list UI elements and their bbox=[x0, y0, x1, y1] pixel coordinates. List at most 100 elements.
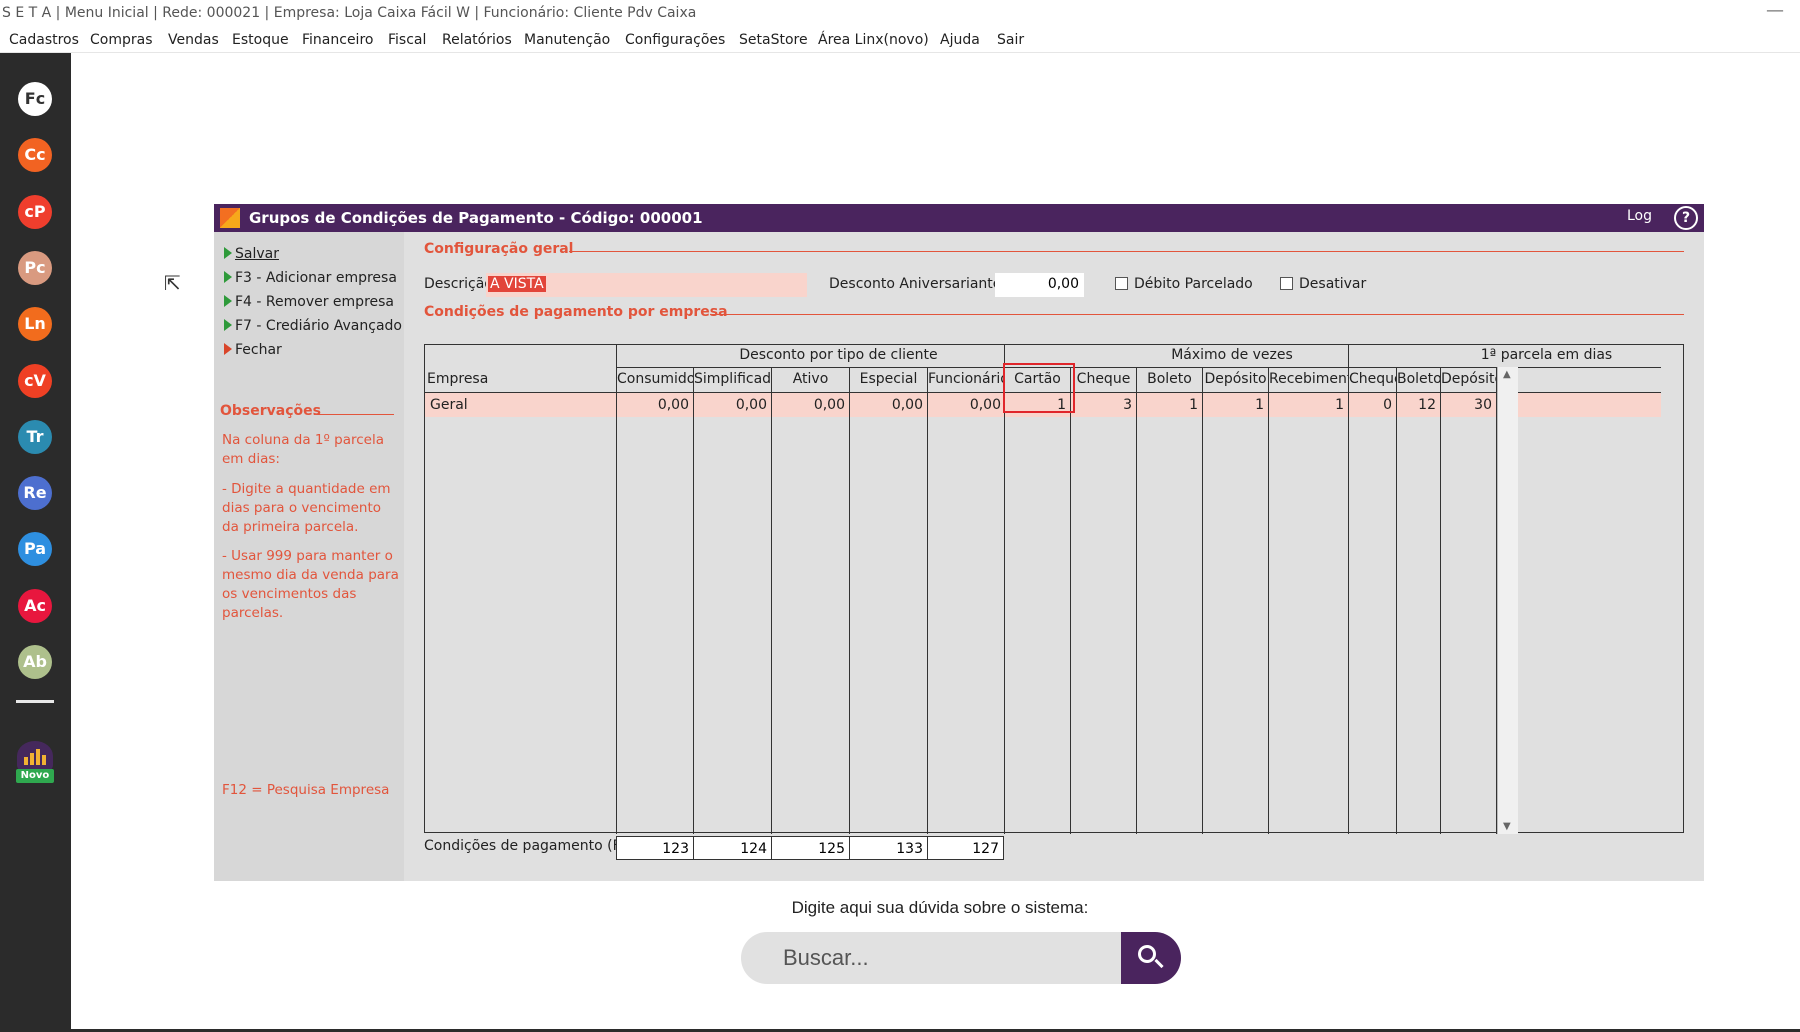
footer-ativo[interactable]: 125 bbox=[771, 836, 850, 860]
grid-line bbox=[1268, 367, 1269, 834]
advanced-credit-button[interactable]: F7 - Crediário Avançado bbox=[224, 318, 402, 334]
group-header-desconto: Desconto por tipo de cliente bbox=[739, 347, 938, 363]
scroll-down-icon[interactable]: ▼ bbox=[1503, 821, 1511, 832]
menu-bar: Cadastros Compras Vendas Estoque Finance… bbox=[0, 29, 1800, 53]
menu-sair[interactable]: Sair bbox=[997, 32, 1024, 48]
scroll-up-icon[interactable]: ▲ bbox=[1503, 369, 1511, 380]
col-header-simplificado[interactable]: Simplificado bbox=[694, 371, 771, 387]
col-header-deposito[interactable]: Depósito bbox=[1203, 371, 1268, 387]
search-button[interactable] bbox=[1121, 932, 1181, 984]
pa-icon[interactable]: Pa bbox=[18, 532, 52, 566]
config-section-divider bbox=[569, 251, 1684, 252]
cell-deposito-dias[interactable]: 30 bbox=[1441, 397, 1492, 413]
dialog-titlebar: Grupos de Condições de Pagamento - Códig… bbox=[214, 204, 1704, 232]
description-label: Descrição bbox=[424, 276, 493, 292]
description-value: A VISTA bbox=[488, 276, 546, 292]
col-header-cheque-dias[interactable]: Cheque bbox=[1349, 371, 1396, 387]
footer-consumidor[interactable]: 123 bbox=[616, 836, 694, 860]
grid-line bbox=[927, 367, 928, 834]
menu-cadastros[interactable]: Cadastros bbox=[9, 32, 79, 48]
pc-icon[interactable]: Pc bbox=[18, 251, 52, 285]
menu-estoque[interactable]: Estoque bbox=[232, 32, 289, 48]
cell-funcionario[interactable]: 0,00 bbox=[928, 397, 1001, 413]
cell-consumidor[interactable]: 0,00 bbox=[617, 397, 689, 413]
conditions-section-title: Condições de pagamento por empresa bbox=[424, 304, 728, 320]
observations-title: Observações bbox=[220, 403, 321, 419]
col-header-ativo[interactable]: Ativo bbox=[772, 371, 849, 387]
green-arrow-icon bbox=[224, 295, 232, 307]
cell-recebimento[interactable]: 1 bbox=[1269, 397, 1344, 413]
tr-icon[interactable]: Tr bbox=[18, 420, 52, 454]
cell-boleto-dias[interactable]: 12 bbox=[1397, 397, 1436, 413]
menu-relatorios[interactable]: Relatórios bbox=[442, 32, 512, 48]
menu-vendas[interactable]: Vendas bbox=[168, 32, 219, 48]
actions-panel: Salvar F3 - Adicionar empresa F4 - Remov… bbox=[214, 232, 404, 881]
menu-area-linx[interactable]: Área Linx(novo) bbox=[818, 32, 929, 48]
col-header-especial[interactable]: Especial bbox=[850, 371, 927, 387]
menu-fiscal[interactable]: Fiscal bbox=[388, 32, 426, 48]
conditions-section-divider bbox=[710, 314, 1684, 315]
ac-icon[interactable]: Ac bbox=[18, 589, 52, 623]
close-button[interactable]: Fechar bbox=[224, 342, 282, 358]
ab-icon[interactable]: Ab bbox=[18, 645, 52, 679]
footer-especial[interactable]: 133 bbox=[849, 836, 928, 860]
search-input[interactable]: Buscar... bbox=[741, 932, 1121, 984]
save-button[interactable]: Salvar bbox=[224, 246, 279, 262]
cell-empresa[interactable]: Geral bbox=[430, 397, 468, 413]
green-arrow-icon bbox=[224, 319, 232, 331]
grid-line bbox=[1136, 367, 1137, 834]
menu-configuracoes[interactable]: Configurações bbox=[625, 32, 725, 48]
remove-company-button[interactable]: F4 - Remover empresa bbox=[224, 294, 394, 310]
footer-funcionario[interactable]: 127 bbox=[927, 836, 1004, 860]
config-section-title: Configuração geral bbox=[424, 241, 574, 257]
menu-compras[interactable]: Compras bbox=[90, 32, 153, 48]
search-prompt: Digite aqui sua dúvida sobre o sistema: bbox=[791, 898, 1089, 917]
cell-cheque-dias[interactable]: 0 bbox=[1349, 397, 1392, 413]
col-header-recebimento[interactable]: Recebimento bbox=[1269, 371, 1348, 387]
cell-cheque[interactable]: 3 bbox=[1071, 397, 1132, 413]
cell-especial[interactable]: 0,00 bbox=[850, 397, 923, 413]
re-icon[interactable]: Re bbox=[18, 476, 52, 510]
help-icon[interactable]: ? bbox=[1674, 206, 1698, 230]
col-header-cheque[interactable]: Cheque bbox=[1071, 371, 1136, 387]
log-button[interactable]: Log bbox=[1627, 208, 1652, 224]
seta-logo-icon bbox=[220, 208, 240, 228]
cell-ativo[interactable]: 0,00 bbox=[772, 397, 845, 413]
grid-line bbox=[693, 367, 694, 834]
col-header-consumidor[interactable]: Consumidor bbox=[617, 371, 693, 387]
col-header-deposito-dias[interactable]: Depósito bbox=[1441, 371, 1496, 387]
ln-icon[interactable]: Ln bbox=[18, 307, 52, 341]
bar-chart-icon[interactable] bbox=[17, 741, 53, 771]
sidebar-divider bbox=[16, 700, 54, 703]
cell-boleto[interactable]: 1 bbox=[1137, 397, 1198, 413]
cartao-highlight-box bbox=[1003, 363, 1075, 413]
grid-line bbox=[1202, 367, 1203, 834]
cp-icon[interactable]: cP bbox=[18, 195, 52, 229]
fc-icon[interactable]: Fc bbox=[18, 82, 52, 116]
cell-simplificado[interactable]: 0,00 bbox=[694, 397, 767, 413]
desativar-checkbox[interactable] bbox=[1280, 277, 1293, 290]
red-arrow-icon bbox=[224, 343, 232, 355]
add-company-button[interactable]: F3 - Adicionar empresa bbox=[224, 270, 397, 286]
menu-setastore[interactable]: SetaStore bbox=[739, 32, 808, 48]
debito-parcelado-checkbox[interactable] bbox=[1115, 277, 1128, 290]
group-header-primeira-parcela: 1ª parcela em dias bbox=[1480, 347, 1613, 363]
cc-icon[interactable]: Cc bbox=[18, 138, 52, 172]
col-header-boleto-dias[interactable]: Boleto bbox=[1397, 371, 1440, 387]
birthday-discount-input[interactable]: 0,00 bbox=[995, 273, 1084, 297]
cell-deposito[interactable]: 1 bbox=[1203, 397, 1264, 413]
description-input[interactable]: A VISTA bbox=[486, 273, 807, 297]
grid-line bbox=[849, 367, 850, 834]
grid-scrollbar[interactable]: ▲ ▼ bbox=[1497, 367, 1518, 834]
menu-ajuda[interactable]: Ajuda bbox=[940, 32, 980, 48]
debito-parcelado-label: Débito Parcelado bbox=[1134, 276, 1253, 292]
cv-icon[interactable]: cV bbox=[18, 364, 52, 398]
col-header-boleto[interactable]: Boleto bbox=[1137, 371, 1202, 387]
col-header-funcionario[interactable]: Funcionário bbox=[928, 371, 1004, 387]
menu-financeiro[interactable]: Financeiro bbox=[302, 32, 373, 48]
col-header-empresa[interactable]: Empresa bbox=[427, 371, 612, 387]
footer-simplificado[interactable]: 124 bbox=[693, 836, 772, 860]
minimize-button[interactable]: — bbox=[1766, 0, 1784, 21]
window-titlebar: S E T A | Menu Inicial | Rede: 000021 | … bbox=[0, 0, 1800, 29]
menu-manutencao[interactable]: Manutenção bbox=[524, 32, 610, 48]
